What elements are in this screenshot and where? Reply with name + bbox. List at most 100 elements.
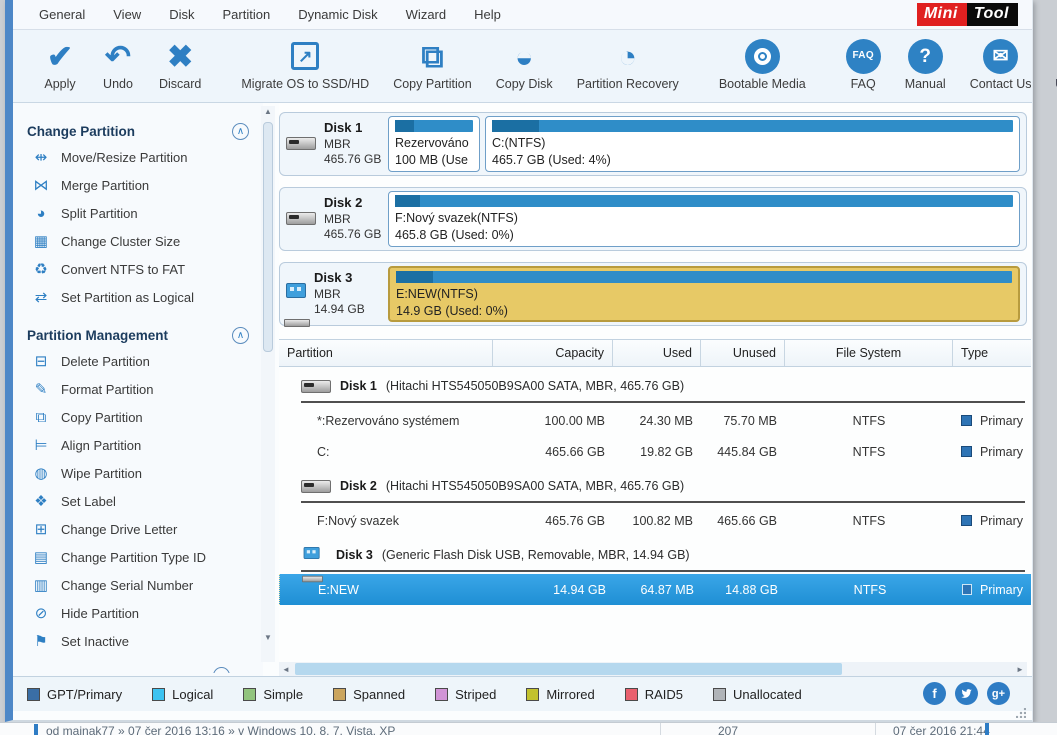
capacity-bar <box>395 195 1013 207</box>
disk-panel-1[interactable]: Disk 1MBR465.76 GBRezervováno100 MB (Use… <box>279 112 1027 176</box>
cell-used: 19.82 GB <box>613 445 701 459</box>
usb-base <box>284 319 310 327</box>
bootable-media-button[interactable]: Bootable Media <box>707 30 818 102</box>
menu-item-dynamic-disk[interactable]: Dynamic Disk <box>286 2 389 27</box>
table-row[interactable]: C:465.66 GB19.82 GB445.84 GBNTFSPrimary <box>279 436 1031 467</box>
sidebar-item-convert-ntfs-to-fat[interactable]: ♻Convert NTFS to FAT <box>27 255 263 283</box>
disk-meta[interactable]: Disk 3MBR14.94 GB <box>286 270 388 318</box>
menu-bar: GeneralViewDiskPartitionDynamic DiskWiza… <box>13 0 1032 30</box>
disk-meta[interactable]: Disk 1MBR465.76 GB <box>286 120 388 168</box>
menu-item-disk[interactable]: Disk <box>157 2 206 27</box>
recycle-icon: ♻ <box>31 260 51 278</box>
partition-tile[interactable]: E:NEW(NTFS)14.9 GB (Used: 0%) <box>388 266 1020 322</box>
disk-style: MBR <box>324 212 381 228</box>
sidebar-item-change-serial-number[interactable]: ▥Change Serial Number <box>27 571 263 599</box>
sidebar-scroll-thumb[interactable] <box>263 122 273 352</box>
usb-drive-icon <box>304 547 325 563</box>
googleplus-icon[interactable]: g+ <box>987 682 1010 705</box>
sidebar-item-move-resize-partition[interactable]: ⇹Move/Resize Partition <box>27 143 263 171</box>
legend-item-simple: Simple <box>243 687 303 702</box>
type-label: Primary <box>980 414 1023 428</box>
contact-us-button[interactable]: ✉Contact Us <box>958 30 1044 102</box>
horizontal-scrollbar[interactable]: ◄ ► <box>279 662 1027 676</box>
apply-button[interactable]: ✔Apply <box>31 30 89 102</box>
sidebar-section-header[interactable]: Change Partition∧ <box>27 119 263 143</box>
capacity-bar <box>395 120 473 132</box>
resize-grip[interactable] <box>1016 708 1026 718</box>
cell-file-system: NTFS <box>786 583 954 597</box>
sidebar-item-change-partition-type-id[interactable]: ▤Change Partition Type ID <box>27 543 263 571</box>
disk-group-row[interactable]: Disk 2 (Hitachi HTS545050B9SA00 SATA, MB… <box>279 467 1031 505</box>
upgrade-button[interactable]: Upgrade! <box>1044 30 1057 102</box>
scroll-down-icon[interactable]: ▼ <box>261 632 275 644</box>
menu-item-help[interactable]: Help <box>462 2 513 27</box>
sidebar-scrollbar[interactable]: ▲ ▼ <box>261 106 275 662</box>
copy-disk-button[interactable]: ◒Copy Disk <box>484 30 565 102</box>
manual-button[interactable]: ?Manual <box>893 30 958 102</box>
column-header-file-system[interactable]: File System <box>785 340 953 366</box>
capacity-bar <box>492 120 1013 132</box>
sidebar-item-copy-partition-side[interactable]: ⧉Copy Partition <box>27 403 263 431</box>
collapse-chevron-icon[interactable]: ∧ <box>232 327 249 344</box>
menu-item-wizard[interactable]: Wizard <box>394 2 458 27</box>
sidebar-item-delete-partition[interactable]: ⊟Delete Partition <box>27 347 263 375</box>
menu-item-view[interactable]: View <box>101 2 153 27</box>
background-count: 207 <box>718 724 738 735</box>
sidebar-section-header[interactable]: Partition Management∧ <box>27 323 263 347</box>
disk-group-row[interactable]: Disk 3 (Generic Flash Disk USB, Removabl… <box>279 536 1031 574</box>
sidebar-item-wipe-partition[interactable]: ◍Wipe Partition <box>27 459 263 487</box>
menu-item-general[interactable]: General <box>27 2 97 27</box>
disk-group-row[interactable]: Disk 1 (Hitachi HTS545050B9SA00 SATA, MB… <box>279 367 1031 405</box>
sidebar-item-merge-partition[interactable]: ⋈Merge Partition <box>27 171 263 199</box>
sidebar-item-align-partition[interactable]: ⊨Align Partition <box>27 431 263 459</box>
migrate-os-button[interactable]: ↗Migrate OS to SSD/HD <box>229 30 381 102</box>
scroll-up-icon[interactable]: ▲ <box>261 106 275 118</box>
undo-button[interactable]: ↶Undo <box>89 30 147 102</box>
sidebar-item-change-cluster-size[interactable]: ▦Change Cluster Size <box>27 227 263 255</box>
sidebar-item-format-partition[interactable]: ✎Format Partition <box>27 375 263 403</box>
collapse-chevron-icon <box>213 667 230 673</box>
disk-group-info: (Generic Flash Disk USB, Removable, MBR,… <box>382 548 690 562</box>
hscroll-thumb[interactable] <box>295 663 842 675</box>
sidebar-section-2: Partition Management∧⊟Delete Partition✎F… <box>27 323 263 655</box>
column-header-type[interactable]: Type <box>953 340 1031 366</box>
wipe-globe-icon: ◍ <box>31 464 51 482</box>
disk-panel-3[interactable]: Disk 3MBR14.94 GBE:NEW(NTFS)14.9 GB (Use… <box>279 262 1027 326</box>
used-bar <box>395 195 420 207</box>
collapse-chevron-icon[interactable]: ∧ <box>232 123 249 140</box>
sidebar-item-set-partition-as-logical[interactable]: ⇄Set Partition as Logical <box>27 283 263 311</box>
scroll-right-icon[interactable]: ► <box>1013 665 1027 674</box>
cell-type: Primary <box>953 445 1031 459</box>
bootable-media-label: Bootable Media <box>719 77 806 91</box>
disk-size: 14.94 GB <box>314 302 365 318</box>
cell-type: Primary <box>953 514 1031 528</box>
twitter-icon[interactable] <box>955 682 978 705</box>
column-header-capacity[interactable]: Capacity <box>493 340 613 366</box>
faq-button[interactable]: FAQFAQ <box>834 30 893 102</box>
discard-button[interactable]: ✖Discard <box>147 30 213 102</box>
partition-tile[interactable]: Rezervováno100 MB (Use <box>388 116 480 172</box>
scroll-left-icon[interactable]: ◄ <box>279 665 293 674</box>
column-header-used[interactable]: Used <box>613 340 701 366</box>
partition-tile[interactable]: F:Nový svazek(NTFS)465.8 GB (Used: 0%) <box>388 191 1020 247</box>
table-row[interactable]: E:NEW14.94 GB64.87 MB14.88 GBNTFSPrimary <box>279 574 1031 605</box>
hscroll-track[interactable] <box>293 663 1013 675</box>
disk-meta[interactable]: Disk 2MBR465.76 GB <box>286 195 388 243</box>
menu-item-partition[interactable]: Partition <box>210 2 282 27</box>
partition-recovery-button[interactable]: ◔Partition Recovery <box>565 30 691 102</box>
column-header-partition[interactable]: Partition <box>279 340 493 366</box>
sidebar-item-set-label[interactable]: ❖Set Label <box>27 487 263 515</box>
disk-panel-2[interactable]: Disk 2MBR465.76 GBF:Nový svazek(NTFS)465… <box>279 187 1027 251</box>
copy-partition-button[interactable]: ⧉Copy Partition <box>381 30 484 102</box>
facebook-icon[interactable]: f <box>923 682 946 705</box>
table-row[interactable]: *:Rezervováno systémem100.00 MB24.30 MB7… <box>279 405 1031 436</box>
partition-tile[interactable]: C:(NTFS)465.7 GB (Used: 4%) <box>485 116 1020 172</box>
faq-label: FAQ <box>851 77 876 91</box>
column-header-unused[interactable]: Unused <box>701 340 785 366</box>
partition-label: E:NEW(NTFS) <box>396 286 1012 303</box>
sidebar-item-change-drive-letter[interactable]: ⊞Change Drive Letter <box>27 515 263 543</box>
table-row[interactable]: F:Nový svazek465.76 GB100.82 MB465.66 GB… <box>279 505 1031 536</box>
sidebar-item-split-partition[interactable]: ◕Split Partition <box>27 199 263 227</box>
sidebar-item-set-inactive[interactable]: ⚑Set Inactive <box>27 627 263 655</box>
sidebar-item-hide-partition[interactable]: ⊘Hide Partition <box>27 599 263 627</box>
